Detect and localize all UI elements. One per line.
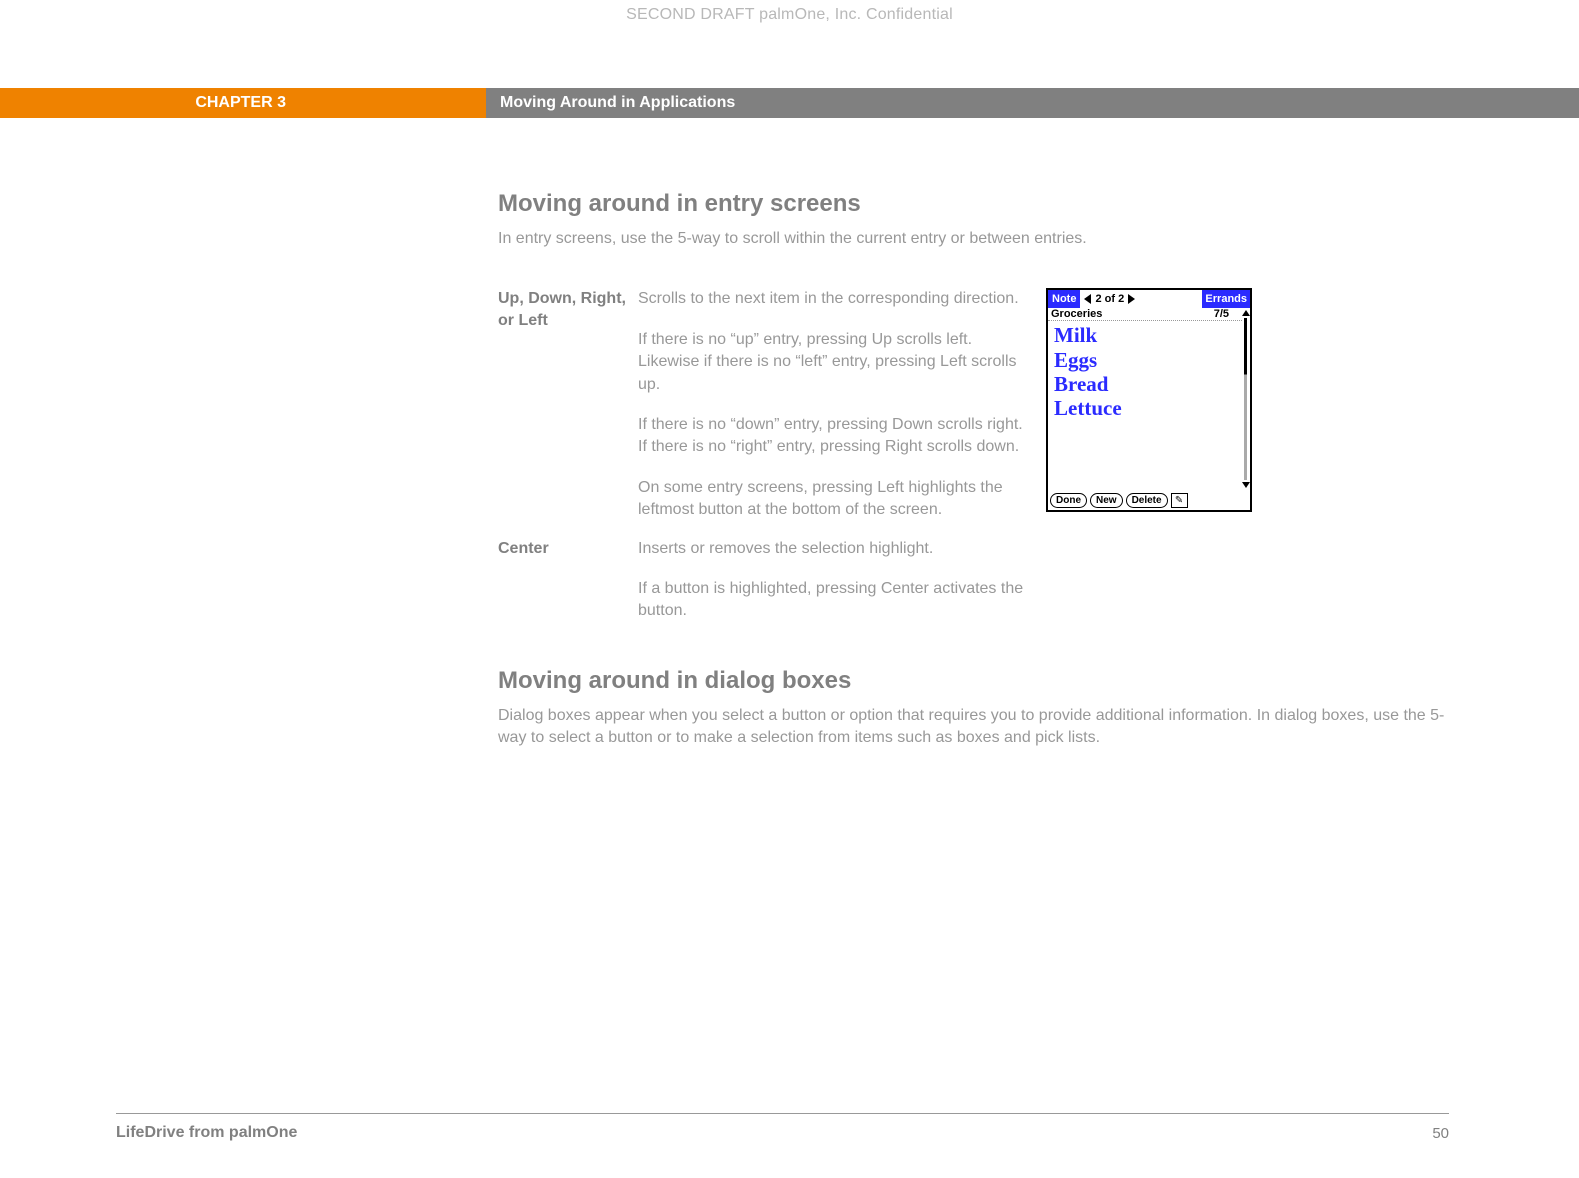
- note-date: 7/5: [1214, 308, 1229, 320]
- entry-row: Center Inserts or removes the selection …: [498, 538, 1028, 623]
- chapter-header: CHAPTER 3 Moving Around in Applications: [0, 88, 1579, 118]
- note-body[interactable]: Milk Eggs Bread Lettuce: [1048, 321, 1250, 422]
- entry-para: If there is no “up” entry, pressing Up s…: [638, 329, 1028, 396]
- next-note-icon[interactable]: [1128, 294, 1135, 304]
- footer-product: LifeDrive from palmOne: [116, 1124, 297, 1142]
- new-button[interactable]: New: [1090, 493, 1123, 508]
- section-heading-dialog-boxes: Moving around in dialog boxes: [498, 667, 1449, 695]
- section-intro-dialog-boxes: Dialog boxes appear when you select a bu…: [498, 705, 1449, 750]
- list-item: Eggs: [1054, 348, 1244, 372]
- list-item: Milk: [1054, 323, 1244, 347]
- list-item: Lettuce: [1054, 396, 1244, 420]
- pen-icon[interactable]: ✎: [1171, 493, 1188, 508]
- entry-label-directional: Up, Down, Right, or Left: [498, 288, 638, 331]
- delete-button[interactable]: Delete: [1126, 493, 1168, 508]
- palm-screenshot: Note 2 of 2 Errands Groceries 7/5 Milk E…: [1046, 288, 1252, 512]
- confidential-watermark: SECOND DRAFT palmOne, Inc. Confidential: [0, 6, 1579, 24]
- list-item: Bread: [1054, 372, 1244, 396]
- app-title: Note: [1048, 290, 1080, 308]
- prev-note-icon[interactable]: [1084, 294, 1091, 304]
- section-intro-entry-screens: In entry screens, use the 5-way to scrol…: [498, 228, 1449, 250]
- section-heading-entry-screens: Moving around in entry screens: [498, 190, 1449, 218]
- entry-para: Inserts or removes the selection highlig…: [638, 538, 1028, 560]
- entry-para: Scrolls to the next item in the correspo…: [638, 288, 1028, 310]
- chapter-title: Moving Around in Applications: [486, 88, 1579, 118]
- entry-para: If a button is highlighted, pressing Cen…: [638, 578, 1028, 623]
- chapter-number: CHAPTER 3: [0, 88, 486, 118]
- category-label[interactable]: Errands: [1202, 290, 1250, 308]
- footer-page-number: 50: [1432, 1125, 1449, 1142]
- note-title: Groceries: [1051, 308, 1102, 320]
- entry-text-directional: Scrolls to the next item in the correspo…: [638, 288, 1028, 521]
- entry-para: If there is no “down” entry, pressing Do…: [638, 414, 1028, 459]
- entry-row: Up, Down, Right, or Left Scrolls to the …: [498, 288, 1028, 521]
- done-button[interactable]: Done: [1050, 493, 1087, 508]
- footer-rule: [116, 1113, 1449, 1114]
- entry-para: On some entry screens, pressing Left hig…: [638, 477, 1028, 522]
- entry-text-center: Inserts or removes the selection highlig…: [638, 538, 1028, 623]
- entry-label-center: Center: [498, 538, 638, 560]
- note-counter: 2 of 2: [1095, 293, 1124, 305]
- scrollbar[interactable]: [1243, 310, 1248, 488]
